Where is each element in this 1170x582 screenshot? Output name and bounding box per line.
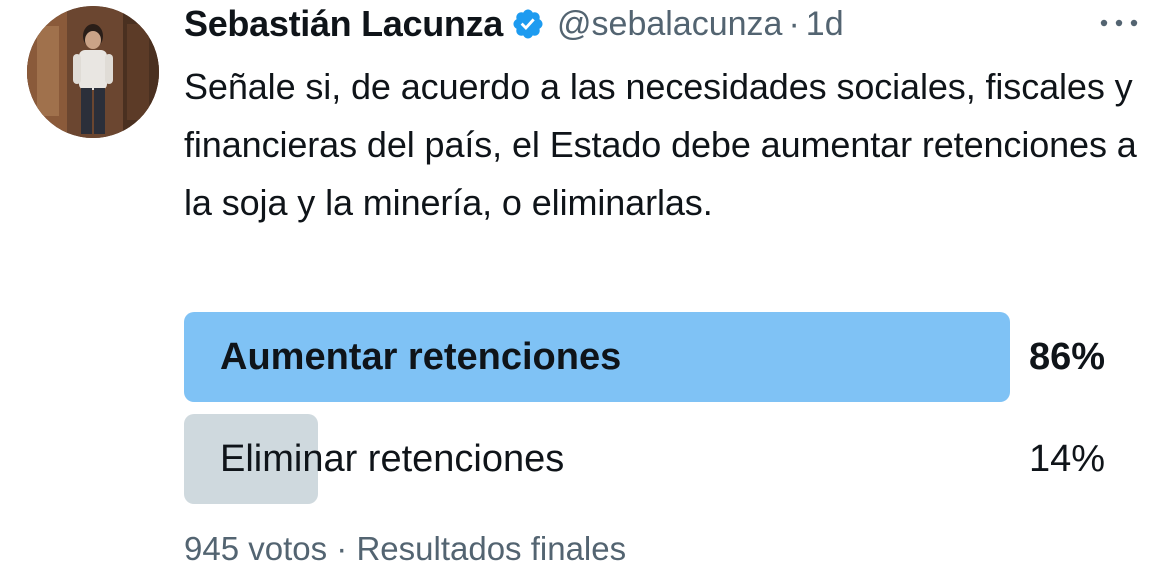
tweet-header: Sebastián Lacunza @sebalacunza · 1d (184, 0, 844, 48)
footer-separator: · (336, 530, 348, 567)
profile-photo-icon (27, 6, 159, 138)
verified-badge-icon (513, 9, 543, 39)
poll-status: Resultados finales (356, 530, 627, 567)
author-handle[interactable]: @sebalacunza (557, 5, 782, 44)
vote-count: 945 votos (184, 530, 328, 567)
author-name[interactable]: Sebastián Lacunza (184, 3, 503, 45)
poll-option-label: Aumentar retenciones (220, 336, 622, 378)
tweet-text: Señale si, de acuerdo a las necesidades … (184, 66, 1137, 223)
poll-option-percent: 14% (1028, 438, 1105, 480)
more-options-icon[interactable] (1096, 10, 1142, 36)
poll-footer: 945 votos · Resultados finales (184, 530, 626, 568)
separator-dot: · (788, 4, 800, 43)
tweet-timestamp[interactable]: 1d (806, 5, 844, 44)
poll-option-eliminar: Eliminar retenciones 14% (184, 414, 1159, 504)
avatar[interactable] (27, 6, 159, 138)
poll-option-aumentar: Aumentar retenciones 86% (184, 312, 1159, 402)
poll-option-percent: 86% (1028, 336, 1105, 378)
poll-option-label: Eliminar retenciones (220, 438, 565, 480)
